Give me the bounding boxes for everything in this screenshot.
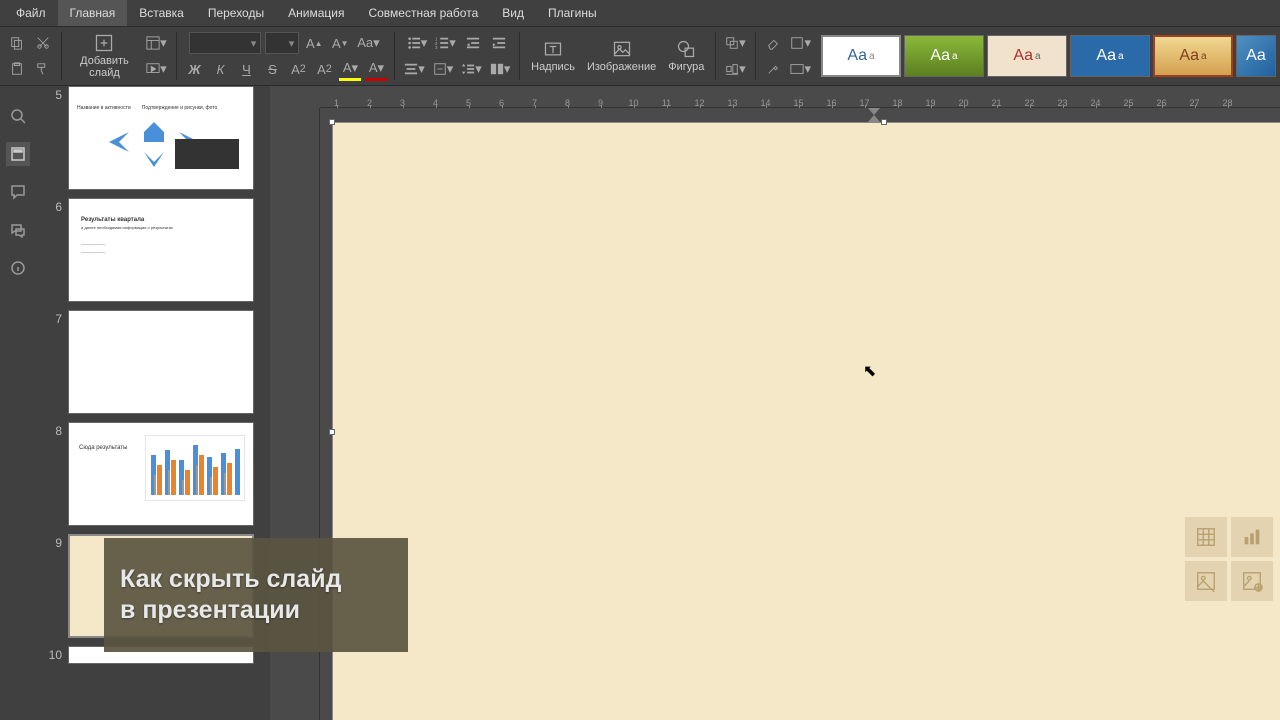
theme-3[interactable]: Aaa [987,35,1067,77]
thumb-5[interactable]: Название в активности Подтверждение и ри… [68,86,254,190]
theme-1[interactable]: Aaa [821,35,901,77]
thumb-num-8: 8 [44,422,62,526]
placeholder-online-image-icon[interactable] [1231,561,1273,601]
bullets-icon[interactable]: ▾ [405,31,430,55]
underline-icon[interactable]: Ч [235,57,257,81]
thumb-7[interactable] [68,310,254,414]
arrange-icon[interactable]: ▾ [723,31,748,55]
menu-bar: Файл Главная Вставка Переходы Анимация С… [0,0,1280,26]
thumb-5-image [175,139,239,169]
thumb-8-chart [145,435,245,501]
placeholder-image-icon[interactable] [1185,561,1227,601]
menu-view[interactable]: Вид [490,0,536,26]
search-icon[interactable] [6,104,30,128]
decrease-font-icon[interactable]: A▼ [329,31,351,55]
toolbar: Добавить слайд ▾ ▾ ▾ ▾ A▲ A▼ Aa▾ Ж К Ч S… [0,26,1280,86]
eyedropper-icon[interactable] [762,57,784,81]
slideshow-icon[interactable]: ▾ [144,57,169,81]
textbox-button[interactable]: Надпись [525,28,581,84]
thumb-6[interactable]: Результаты кварталаи далее необходимая и… [68,198,254,302]
bold-icon[interactable]: Ж [183,57,205,81]
ruler-horizontal: 1234567891011121314151617181920212223242… [320,86,1280,108]
thumb-num-10: 10 [44,646,62,664]
chat-icon[interactable] [6,218,30,242]
menu-insert[interactable]: Вставка [127,0,196,26]
thumb-num-5: 5 [44,86,62,190]
menu-collab[interactable]: Совместная работа [356,0,490,26]
numbering-icon[interactable]: 123▾ [433,31,458,55]
theme-6[interactable]: Aa [1236,35,1276,77]
highlight-icon[interactable]: A▾ [339,57,361,81]
left-sidebar [0,86,36,720]
add-slide-button[interactable]: Добавить слайд [67,28,142,84]
strike-icon[interactable]: S [261,57,283,81]
eraser-icon[interactable] [762,31,784,55]
slides-panel-icon[interactable] [6,142,30,166]
svg-text:3: 3 [435,45,438,50]
menu-home[interactable]: Главная [58,0,128,26]
themes-gallery: Aaa Aaa Aaa Aaa Aaa Aa [821,35,1276,77]
format-painter-icon[interactable] [32,57,54,81]
cursor-icon: ⬉ [863,361,876,381]
image-label: Изображение [587,61,656,73]
info-icon[interactable] [6,256,30,280]
comments-icon[interactable] [6,180,30,204]
textbox-label: Надпись [531,61,575,73]
slide-canvas[interactable]: ⬉ [332,122,1280,720]
thumb-num-7: 7 [44,310,62,414]
cut-icon[interactable] [32,31,54,55]
placeholder-table-icon[interactable] [1185,517,1227,557]
fill-icon[interactable]: ▾ [788,31,813,55]
menu-animation[interactable]: Анимация [276,0,356,26]
thumb-8[interactable]: Сюда результаты [68,422,254,526]
font-color-icon[interactable]: A▾ [365,57,387,81]
increase-indent-icon[interactable] [488,31,510,55]
columns-icon[interactable]: ▾ [488,57,513,81]
canvas-area: 1234567891011121314151617181920212223242… [270,86,1280,720]
menu-transitions[interactable]: Переходы [196,0,276,26]
copy-icon[interactable] [6,31,28,55]
handle-n[interactable] [881,119,887,125]
add-slide-label: Добавить слайд [73,55,136,79]
italic-icon[interactable]: К [209,57,231,81]
theme-5[interactable]: Aaa [1153,35,1233,77]
align-h-icon[interactable]: ▾ [402,57,427,81]
font-size-select[interactable]: ▾ [265,32,299,54]
menu-file[interactable]: Файл [4,0,58,26]
theme-2[interactable]: Aaa [904,35,984,77]
align-objects-icon[interactable]: ▾ [723,57,748,81]
menu-plugins[interactable]: Плагины [536,0,609,26]
handle-w[interactable] [329,429,335,435]
shape-label: Фигура [668,61,704,73]
caption-text: Как скрыть слайдв презентации [120,564,341,627]
placeholder-grid [1185,517,1273,601]
placeholder-chart-icon[interactable] [1231,517,1273,557]
paste-icon[interactable] [6,57,28,81]
theme-4[interactable]: Aaa [1070,35,1150,77]
subscript-icon[interactable]: A2 [313,57,335,81]
align-v-icon[interactable]: ▾ [431,57,456,81]
thumb-num-6: 6 [44,198,62,302]
font-name-select[interactable]: ▾ [189,32,261,54]
line-spacing-icon[interactable]: ▾ [459,57,484,81]
increase-font-icon[interactable]: A▲ [303,31,325,55]
change-case-icon[interactable]: Aa▾ [355,31,381,55]
image-button[interactable]: Изображение [581,28,662,84]
handle-nw[interactable] [329,119,335,125]
superscript-icon[interactable]: A2 [287,57,309,81]
thumb-num-9: 9 [44,534,62,638]
decrease-indent-icon[interactable] [462,31,484,55]
shape-button[interactable]: Фигура [662,28,710,84]
slide-size-icon[interactable]: ▾ [788,57,813,81]
layout-icon[interactable]: ▾ [144,31,169,55]
caption-overlay: Как скрыть слайдв презентации [104,538,408,652]
